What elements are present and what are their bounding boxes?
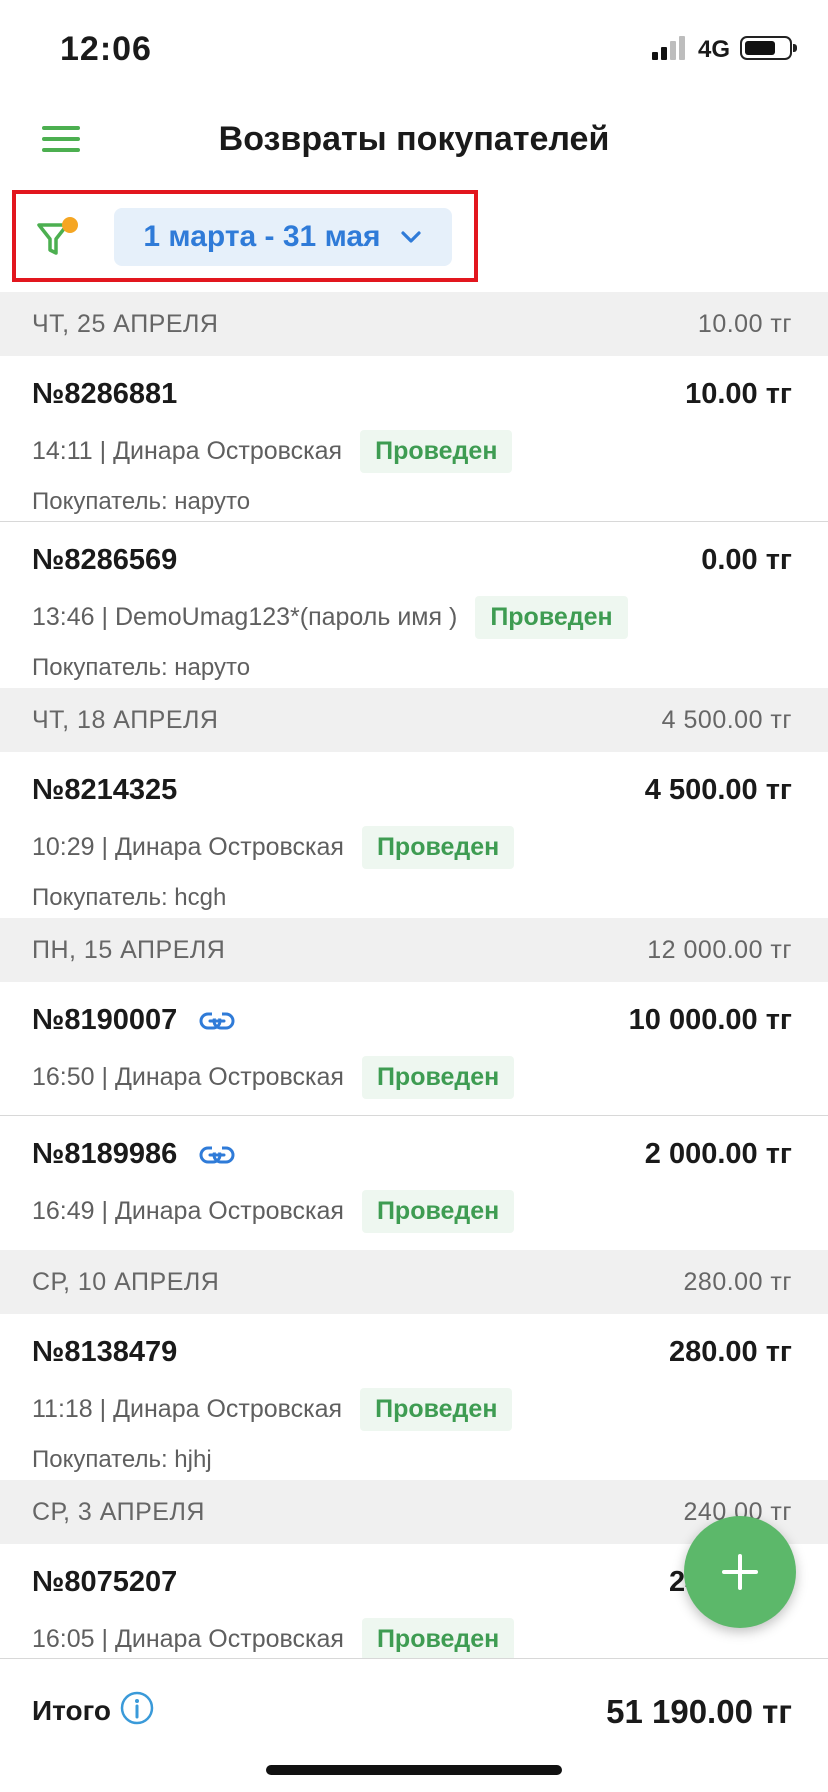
return-time-user: 13:46 | DemoUmag123*(пароль имя ): [32, 603, 458, 631]
filter-bar: 1 марта - 31 мая: [12, 190, 478, 282]
status-badge: Проведен: [475, 596, 628, 639]
return-meta: 16:50 | Динара Островская Проведен: [32, 1056, 515, 1099]
return-number: №8138479: [32, 1336, 178, 1368]
signal-icon: [652, 36, 685, 60]
battery-icon: [740, 36, 792, 60]
returns-list: ЧТ, 25 АПРЕЛЯ 10.00 тг №8286881 10.00 тг…: [0, 292, 828, 1678]
battery-tip: [793, 44, 797, 52]
page-title: Возвраты покупателей: [218, 120, 610, 158]
return-time-user: 11:18 | Динара Островская: [32, 1395, 343, 1423]
day-total: 4 500.00 тг: [661, 705, 792, 734]
link-icon[interactable]: [199, 1144, 235, 1165]
day-date: ЧТ, 18 АПРЕЛЯ: [32, 705, 219, 734]
home-indicator: [266, 1765, 562, 1775]
network-label: 4G: [698, 36, 731, 63]
return-item[interactable]: №8189986 2 000.00 тг 16:49 | Динара Остр…: [0, 1116, 828, 1250]
totals-footer: Итого 51 190.00 тг: [0, 1658, 828, 1792]
return-amount: 280.00 тг: [668, 1336, 792, 1368]
return-time-user: 10:29 | Динара Островская: [32, 833, 344, 861]
return-time-user: 16:49 | Динара Островская: [32, 1197, 344, 1225]
day-total: 12 000.00 тг: [647, 935, 792, 964]
return-time-user: 16:05 | Динара Островская: [32, 1625, 344, 1653]
return-meta: 11:18 | Динара Островская Проведен: [32, 1388, 513, 1431]
return-time-user: 14:11 | Динара Островская: [32, 437, 343, 465]
day-date: ЧТ, 25 АПРЕЛЯ: [32, 309, 219, 338]
status-badge: Проведен: [361, 1190, 515, 1233]
return-item[interactable]: №8286881 10.00 тг 14:11 | Динара Островс…: [0, 356, 828, 522]
day-header: СР, 10 АПРЕЛЯ 280.00 тг: [0, 1250, 828, 1314]
return-meta: 16:49 | Динара Островская Проведен: [32, 1190, 515, 1233]
chevron-down-icon: [400, 231, 421, 243]
return-number: №8286881: [32, 378, 178, 410]
return-number: №8286569: [32, 544, 178, 576]
return-time-user: 16:50 | Динара Островская: [32, 1063, 344, 1091]
status-badge: Проведен: [361, 826, 515, 869]
status-time: 12:06: [60, 30, 152, 68]
return-customer: Покупатель: hjhj: [32, 1446, 212, 1473]
return-number: №8214325: [32, 774, 178, 806]
status-badge: Проведен: [360, 1388, 513, 1431]
day-date: ПН, 15 АПРЕЛЯ: [32, 935, 226, 964]
return-customer: Покупатель: наруто: [32, 488, 251, 515]
return-meta: 10:29 | Динара Островская Проведен: [32, 826, 515, 869]
return-item[interactable]: №8286569 0.00 тг 13:46 | DemoUmag123*(па…: [0, 522, 828, 688]
return-meta: 13:46 | DemoUmag123*(пароль имя ) Провед…: [32, 596, 628, 639]
day-date: СР, 3 АПРЕЛЯ: [32, 1497, 205, 1526]
return-number: №8189986: [32, 1138, 235, 1171]
plus-icon: [722, 1554, 758, 1590]
day-header: ЧТ, 25 АПРЕЛЯ 10.00 тг: [0, 292, 828, 356]
return-item[interactable]: №8190007 10 000.00 тг 16:50 | Динара Ост…: [0, 982, 828, 1116]
return-number: №8075207: [32, 1566, 178, 1598]
return-amount: 0.00 тг: [701, 544, 792, 576]
status-badge: Проведен: [361, 1618, 515, 1661]
return-number: №8190007: [32, 1004, 235, 1037]
return-meta: 16:05 | Динара Островская Проведен: [32, 1618, 515, 1661]
status-bar: 12:06 4G: [0, 0, 828, 100]
day-total: 10.00 тг: [697, 309, 792, 338]
return-meta: 14:11 | Динара Островская Проведен: [32, 430, 513, 473]
app-header: Возвраты покупателей: [0, 100, 828, 182]
date-range-dropdown[interactable]: 1 марта - 31 мая: [114, 208, 452, 266]
info-icon[interactable]: [120, 1691, 154, 1725]
total-amount: 51 190.00 тг: [606, 1693, 792, 1730]
day-header: ЧТ, 18 АПРЕЛЯ 4 500.00 тг: [0, 688, 828, 752]
return-amount: 2 000.00 тг: [644, 1138, 792, 1170]
filter-icon[interactable]: [36, 216, 80, 258]
day-date: СР, 10 АПРЕЛЯ: [32, 1267, 220, 1296]
return-item[interactable]: №8138479 280.00 тг 11:18 | Динара Остров…: [0, 1314, 828, 1480]
add-return-button[interactable]: [684, 1516, 796, 1628]
total-label: Итого: [32, 1695, 111, 1726]
return-amount: 10.00 тг: [685, 378, 792, 410]
status-badge: Проведен: [360, 430, 513, 473]
return-customer: Покупатель: hcgh: [32, 884, 227, 911]
day-header: ПН, 15 АПРЕЛЯ 12 000.00 тг: [0, 918, 828, 982]
return-item[interactable]: №8214325 4 500.00 тг 10:29 | Динара Остр…: [0, 752, 828, 918]
date-range-label: 1 марта - 31 мая: [143, 220, 381, 253]
status-badge: Проведен: [361, 1056, 515, 1099]
return-amount: 4 500.00 тг: [644, 774, 792, 806]
return-amount: 10 000.00 тг: [628, 1004, 792, 1036]
link-icon[interactable]: [199, 1010, 235, 1031]
return-customer: Покупатель: наруто: [32, 654, 251, 681]
day-total: 280.00 тг: [683, 1267, 792, 1296]
